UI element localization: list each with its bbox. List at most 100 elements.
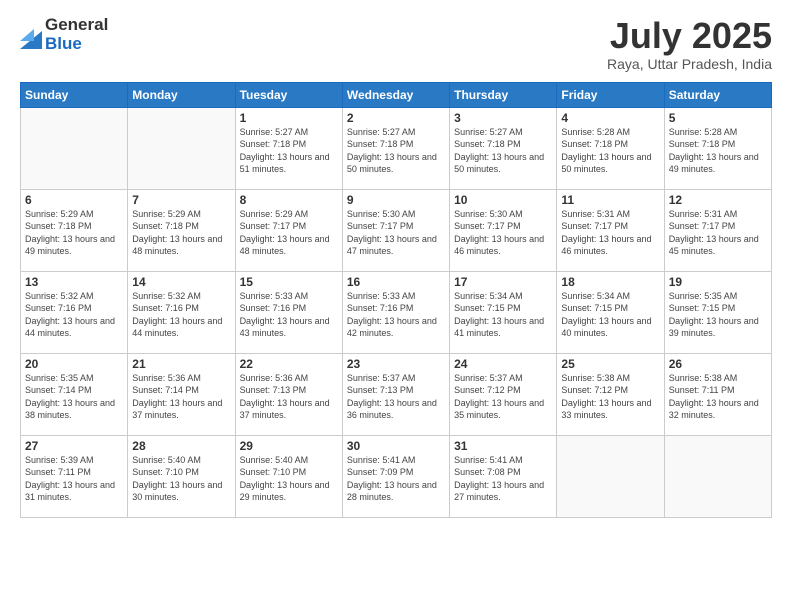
day-info: Sunrise: 5:34 AM Sunset: 7:15 PM Dayligh… (561, 290, 659, 340)
calendar-cell: 28Sunrise: 5:40 AM Sunset: 7:10 PM Dayli… (128, 435, 235, 517)
calendar-week-2: 6Sunrise: 5:29 AM Sunset: 7:18 PM Daylig… (21, 189, 772, 271)
calendar-cell: 27Sunrise: 5:39 AM Sunset: 7:11 PM Dayli… (21, 435, 128, 517)
day-number: 5 (669, 111, 767, 125)
logo: General Blue (20, 16, 108, 53)
day-number: 18 (561, 275, 659, 289)
day-number: 9 (347, 193, 445, 207)
header-friday: Friday (557, 82, 664, 107)
calendar-cell: 18Sunrise: 5:34 AM Sunset: 7:15 PM Dayli… (557, 271, 664, 353)
day-number: 16 (347, 275, 445, 289)
calendar-page: General Blue July 2025 Raya, Uttar Prade… (0, 0, 792, 612)
day-info: Sunrise: 5:33 AM Sunset: 7:16 PM Dayligh… (240, 290, 338, 340)
day-info: Sunrise: 5:31 AM Sunset: 7:17 PM Dayligh… (561, 208, 659, 258)
day-number: 26 (669, 357, 767, 371)
day-number: 2 (347, 111, 445, 125)
calendar-cell: 25Sunrise: 5:38 AM Sunset: 7:12 PM Dayli… (557, 353, 664, 435)
calendar-table: Sunday Monday Tuesday Wednesday Thursday… (20, 82, 772, 518)
day-number: 11 (561, 193, 659, 207)
day-info: Sunrise: 5:41 AM Sunset: 7:08 PM Dayligh… (454, 454, 552, 504)
header-wednesday: Wednesday (342, 82, 449, 107)
day-number: 19 (669, 275, 767, 289)
day-number: 20 (25, 357, 123, 371)
calendar-cell: 31Sunrise: 5:41 AM Sunset: 7:08 PM Dayli… (450, 435, 557, 517)
day-info: Sunrise: 5:27 AM Sunset: 7:18 PM Dayligh… (240, 126, 338, 176)
day-number: 30 (347, 439, 445, 453)
calendar-cell: 21Sunrise: 5:36 AM Sunset: 7:14 PM Dayli… (128, 353, 235, 435)
calendar-cell: 12Sunrise: 5:31 AM Sunset: 7:17 PM Dayli… (664, 189, 771, 271)
calendar-cell: 7Sunrise: 5:29 AM Sunset: 7:18 PM Daylig… (128, 189, 235, 271)
day-number: 6 (25, 193, 123, 207)
calendar-cell: 23Sunrise: 5:37 AM Sunset: 7:13 PM Dayli… (342, 353, 449, 435)
calendar-cell: 17Sunrise: 5:34 AM Sunset: 7:15 PM Dayli… (450, 271, 557, 353)
day-info: Sunrise: 5:29 AM Sunset: 7:18 PM Dayligh… (25, 208, 123, 258)
day-number: 31 (454, 439, 552, 453)
day-info: Sunrise: 5:36 AM Sunset: 7:13 PM Dayligh… (240, 372, 338, 422)
day-info: Sunrise: 5:36 AM Sunset: 7:14 PM Dayligh… (132, 372, 230, 422)
day-number: 28 (132, 439, 230, 453)
calendar-week-3: 13Sunrise: 5:32 AM Sunset: 7:16 PM Dayli… (21, 271, 772, 353)
day-number: 3 (454, 111, 552, 125)
day-number: 15 (240, 275, 338, 289)
logo-general: General (45, 16, 108, 35)
calendar-cell: 5Sunrise: 5:28 AM Sunset: 7:18 PM Daylig… (664, 107, 771, 189)
day-number: 22 (240, 357, 338, 371)
day-number: 4 (561, 111, 659, 125)
header-saturday: Saturday (664, 82, 771, 107)
day-number: 8 (240, 193, 338, 207)
header-row: Sunday Monday Tuesday Wednesday Thursday… (21, 82, 772, 107)
calendar-cell: 14Sunrise: 5:32 AM Sunset: 7:16 PM Dayli… (128, 271, 235, 353)
calendar-cell: 26Sunrise: 5:38 AM Sunset: 7:11 PM Dayli… (664, 353, 771, 435)
day-number: 12 (669, 193, 767, 207)
day-info: Sunrise: 5:37 AM Sunset: 7:12 PM Dayligh… (454, 372, 552, 422)
calendar-cell: 15Sunrise: 5:33 AM Sunset: 7:16 PM Dayli… (235, 271, 342, 353)
day-number: 7 (132, 193, 230, 207)
day-number: 23 (347, 357, 445, 371)
calendar-week-4: 20Sunrise: 5:35 AM Sunset: 7:14 PM Dayli… (21, 353, 772, 435)
day-info: Sunrise: 5:30 AM Sunset: 7:17 PM Dayligh… (347, 208, 445, 258)
calendar-week-1: 1Sunrise: 5:27 AM Sunset: 7:18 PM Daylig… (21, 107, 772, 189)
day-number: 24 (454, 357, 552, 371)
day-number: 1 (240, 111, 338, 125)
header-tuesday: Tuesday (235, 82, 342, 107)
calendar-cell: 24Sunrise: 5:37 AM Sunset: 7:12 PM Dayli… (450, 353, 557, 435)
day-number: 25 (561, 357, 659, 371)
day-number: 13 (25, 275, 123, 289)
day-info: Sunrise: 5:37 AM Sunset: 7:13 PM Dayligh… (347, 372, 445, 422)
header-thursday: Thursday (450, 82, 557, 107)
day-info: Sunrise: 5:40 AM Sunset: 7:10 PM Dayligh… (132, 454, 230, 504)
day-info: Sunrise: 5:28 AM Sunset: 7:18 PM Dayligh… (669, 126, 767, 176)
day-info: Sunrise: 5:27 AM Sunset: 7:18 PM Dayligh… (454, 126, 552, 176)
calendar-cell: 22Sunrise: 5:36 AM Sunset: 7:13 PM Dayli… (235, 353, 342, 435)
calendar-cell (21, 107, 128, 189)
calendar-cell: 3Sunrise: 5:27 AM Sunset: 7:18 PM Daylig… (450, 107, 557, 189)
calendar-cell: 30Sunrise: 5:41 AM Sunset: 7:09 PM Dayli… (342, 435, 449, 517)
day-info: Sunrise: 5:35 AM Sunset: 7:14 PM Dayligh… (25, 372, 123, 422)
calendar-cell: 13Sunrise: 5:32 AM Sunset: 7:16 PM Dayli… (21, 271, 128, 353)
calendar-cell (557, 435, 664, 517)
location-subtitle: Raya, Uttar Pradesh, India (607, 56, 772, 72)
logo-icon (20, 21, 42, 49)
logo-text: General Blue (45, 16, 108, 53)
calendar-cell: 4Sunrise: 5:28 AM Sunset: 7:18 PM Daylig… (557, 107, 664, 189)
day-info: Sunrise: 5:28 AM Sunset: 7:18 PM Dayligh… (561, 126, 659, 176)
day-info: Sunrise: 5:30 AM Sunset: 7:17 PM Dayligh… (454, 208, 552, 258)
calendar-cell: 29Sunrise: 5:40 AM Sunset: 7:10 PM Dayli… (235, 435, 342, 517)
calendar-cell: 10Sunrise: 5:30 AM Sunset: 7:17 PM Dayli… (450, 189, 557, 271)
logo-blue: Blue (45, 35, 108, 54)
day-info: Sunrise: 5:40 AM Sunset: 7:10 PM Dayligh… (240, 454, 338, 504)
calendar-cell: 8Sunrise: 5:29 AM Sunset: 7:17 PM Daylig… (235, 189, 342, 271)
day-info: Sunrise: 5:27 AM Sunset: 7:18 PM Dayligh… (347, 126, 445, 176)
day-info: Sunrise: 5:35 AM Sunset: 7:15 PM Dayligh… (669, 290, 767, 340)
month-title: July 2025 (607, 16, 772, 56)
calendar-cell: 1Sunrise: 5:27 AM Sunset: 7:18 PM Daylig… (235, 107, 342, 189)
title-area: July 2025 Raya, Uttar Pradesh, India (607, 16, 772, 72)
header-monday: Monday (128, 82, 235, 107)
day-info: Sunrise: 5:34 AM Sunset: 7:15 PM Dayligh… (454, 290, 552, 340)
day-info: Sunrise: 5:29 AM Sunset: 7:18 PM Dayligh… (132, 208, 230, 258)
calendar-header: Sunday Monday Tuesday Wednesday Thursday… (21, 82, 772, 107)
calendar-cell: 16Sunrise: 5:33 AM Sunset: 7:16 PM Dayli… (342, 271, 449, 353)
day-number: 21 (132, 357, 230, 371)
calendar-week-5: 27Sunrise: 5:39 AM Sunset: 7:11 PM Dayli… (21, 435, 772, 517)
header: General Blue July 2025 Raya, Uttar Prade… (20, 16, 772, 72)
day-number: 29 (240, 439, 338, 453)
